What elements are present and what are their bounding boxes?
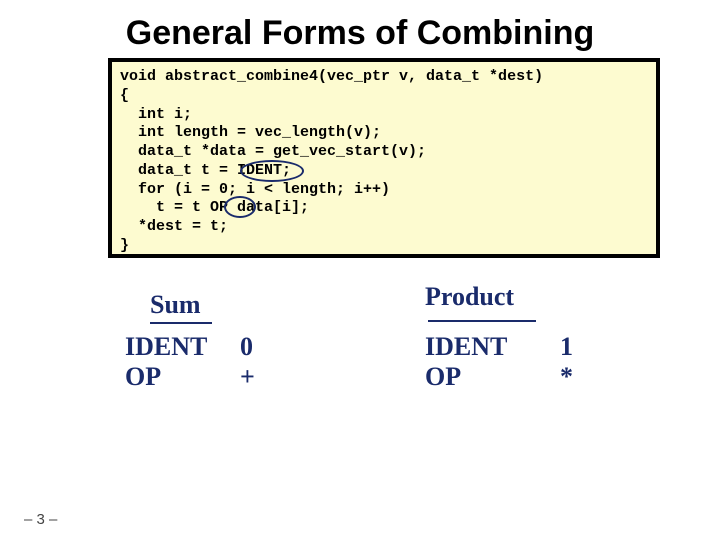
anno-sum-labels: IDENT OP (125, 332, 207, 392)
circle-ident (240, 160, 304, 182)
anno-sum-title: Sum (150, 290, 201, 320)
page-number: – 3 – (24, 511, 57, 528)
circle-op (224, 196, 256, 218)
anno-sum-underline (150, 322, 212, 324)
anno-product-labels: IDENT OP (425, 332, 507, 392)
slide-title: General Forms of Combining (0, 14, 720, 53)
anno-product-values: 1 * (560, 332, 573, 392)
anno-product-underline (428, 320, 536, 322)
anno-product-title: Product (425, 282, 514, 312)
code-block: void abstract_combine4(vec_ptr v, data_t… (112, 62, 656, 254)
anno-sum-values: 0 + (240, 332, 255, 392)
